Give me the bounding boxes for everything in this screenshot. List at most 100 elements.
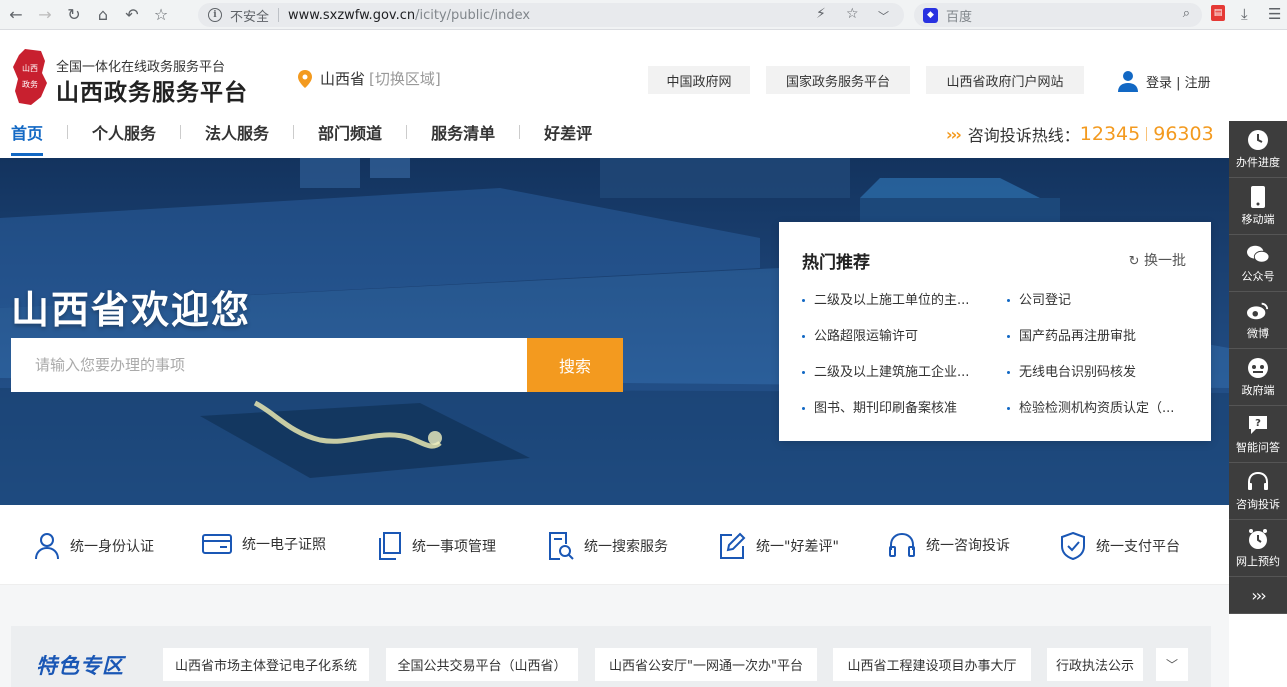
url-path: /icity/public/index <box>415 7 531 23</box>
service-identity[interactable]: 统一身份认证 <box>34 532 154 560</box>
nav-home[interactable]: 首页 <box>11 120 43 158</box>
feature-chip[interactable]: 山西省公安厅"一网通一次办"平台 <box>595 648 817 681</box>
headset-icon <box>889 532 915 557</box>
hot-item[interactable]: 图书、期刊印刷备案核准 <box>802 397 957 416</box>
rail-expand-chevrons-icon[interactable]: ››› <box>1229 577 1287 614</box>
link-national-platform[interactable]: 国家政务服务平台 <box>766 66 910 94</box>
download-icon[interactable]: ⤓ <box>1241 5 1248 23</box>
star-icon[interactable]: ☆ <box>846 6 859 22</box>
feature-chip[interactable]: 全国公共交易平台（山西省） <box>386 648 578 681</box>
rail-label: 网上预约 <box>1236 554 1280 568</box>
card-icon <box>202 534 232 554</box>
rail-complaint[interactable]: 咨询投诉 <box>1229 463 1287 520</box>
hot-item[interactable]: 无线电台识别码核发 <box>1007 361 1136 380</box>
security-label: 不安全 <box>230 9 270 25</box>
bookmark-star-icon[interactable]: ☆ <box>148 2 174 28</box>
service-complaint[interactable]: 统一咨询投诉 <box>888 532 1010 558</box>
nav-label: 部门频道 <box>318 124 383 143</box>
rail-weibo[interactable]: 微博 <box>1229 292 1287 349</box>
weibo-icon <box>1247 300 1269 322</box>
rail-qa[interactable]: ? 智能问答 <box>1229 406 1287 463</box>
url-text[interactable]: www.sxzwfw.gov.cn/icity/public/index <box>288 8 530 23</box>
address-bar[interactable]: i 不安全 www.sxzwfw.gov.cn/icity/public/ind… <box>198 3 904 27</box>
feature-chip[interactable]: 山西省市场主体登记电子化系统 <box>163 648 369 681</box>
forward-icon[interactable]: → <box>32 2 58 28</box>
hot-item[interactable]: 二级及以上建筑施工企业... <box>802 361 969 380</box>
divider <box>1146 127 1148 141</box>
rail-label: 公众号 <box>1241 269 1275 283</box>
menu-icon[interactable]: ☰ <box>1268 5 1281 23</box>
info-icon[interactable]: i <box>208 8 222 22</box>
hotline-number-1[interactable]: 12345 <box>1080 123 1140 145</box>
nav-label: 首页 <box>11 124 44 143</box>
pdf-icon[interactable]: ▤ <box>1211 5 1225 21</box>
hotline-number-2[interactable]: 96303 <box>1153 123 1213 145</box>
undo-icon[interactable]: ↶ <box>119 2 145 28</box>
refresh-button[interactable]: ↻ 换一批 <box>1129 250 1186 270</box>
browser-search-placeholder: 百度 <box>946 9 973 25</box>
service-search[interactable]: 统一搜索服务 <box>548 532 668 560</box>
home-icon[interactable]: ⌂ <box>90 2 116 28</box>
svg-text:?: ? <box>1255 418 1261 429</box>
search-doc-icon <box>549 532 574 560</box>
nav-departments[interactable]: 部门频道 <box>318 120 382 158</box>
wechat-icon <box>1247 243 1269 265</box>
feature-title: 特色专区 <box>36 654 124 678</box>
link-china-gov[interactable]: 中国政府网 <box>648 66 750 94</box>
lightning-icon[interactable]: ⚡ <box>816 6 826 22</box>
rail-gov[interactable]: 政府端 <box>1229 349 1287 406</box>
login-register[interactable]: 登录 | 注册 <box>1118 70 1211 92</box>
nav-corporate[interactable]: 法人服务 <box>205 120 269 158</box>
search-button[interactable]: 搜索 <box>527 338 623 392</box>
service-rating[interactable]: 统一"好差评" <box>718 532 839 560</box>
search-icon[interactable]: ⌕ <box>1183 6 1190 21</box>
rail-label: 移动端 <box>1241 212 1275 226</box>
hot-item[interactable]: 二级及以上施工单位的主... <box>802 289 969 308</box>
service-label: 统一电子证照 <box>242 537 326 553</box>
hot-item[interactable]: 公路超限运输许可 <box>802 325 918 344</box>
rail-label: 微博 <box>1247 326 1269 340</box>
search-input[interactable] <box>11 338 527 392</box>
chevron-down-icon[interactable]: ﹀ <box>878 8 889 24</box>
expand-chevron-icon[interactable]: ﹀ <box>1156 648 1188 681</box>
browser-search-box[interactable]: ◆ 百度 ⌕ <box>914 3 1202 27</box>
back-icon[interactable]: ← <box>3 2 29 28</box>
shield-check-icon <box>1061 532 1085 560</box>
headset-icon <box>1247 471 1269 493</box>
shanxi-logo[interactable]: 山西 政务 <box>11 47 49 107</box>
robot-icon <box>1247 357 1269 379</box>
divider <box>180 125 182 139</box>
divider <box>406 125 408 139</box>
hot-item[interactable]: 国产药品再注册审批 <box>1007 325 1136 344</box>
rail-appointment[interactable]: 网上预约 <box>1229 520 1287 577</box>
hotline-label: 咨询投诉热线： <box>967 126 1080 145</box>
reload-icon[interactable]: ↻ <box>61 2 87 28</box>
feature-chip[interactable]: 行政执法公示 <box>1047 648 1143 681</box>
region-selector[interactable]: 山西省 [切换区域] <box>298 68 441 89</box>
refresh-icon: ↻ <box>1128 254 1140 269</box>
nav-rating[interactable]: 好差评 <box>544 120 592 158</box>
service-e-license[interactable]: 统一电子证照 <box>202 532 326 556</box>
divider <box>519 125 521 139</box>
hot-item[interactable]: 检验检测机构资质认定（... <box>1007 397 1174 416</box>
hot-recommend-panel: 热门推荐 ↻ 换一批 二级及以上施工单位的主... 公司登记 公路超限运输许可 … <box>779 222 1211 441</box>
rail-mobile[interactable]: 移动端 <box>1229 178 1287 235</box>
nav-personal[interactable]: 个人服务 <box>92 120 156 158</box>
svg-text:山西: 山西 <box>22 63 38 73</box>
rail-progress[interactable]: 办件进度 <box>1229 121 1287 178</box>
feature-zone: 特色专区 山西省市场主体登记电子化系统 全国公共交易平台（山西省） 山西省公安厅… <box>11 626 1211 687</box>
user-icon <box>35 533 59 560</box>
site-name[interactable]: 山西政务服务平台 <box>56 73 248 107</box>
alarm-icon <box>1247 528 1269 550</box>
login-label: 登录 | 注册 <box>1146 75 1211 91</box>
clock-icon <box>1247 129 1269 151</box>
link-shanxi-portal[interactable]: 山西省政府门户网站 <box>926 66 1084 94</box>
unified-services-bar: 统一身份认证 统一电子证照 统一事项管理 统一搜索服务 统一"好差评" 统一咨询… <box>0 505 1229 585</box>
rail-wechat[interactable]: 公众号 <box>1229 235 1287 292</box>
feature-chip[interactable]: 山西省工程建设项目办事大厅 <box>833 648 1031 681</box>
nav-service-list[interactable]: 服务清单 <box>431 120 495 158</box>
region-switch[interactable]: [切换区域] <box>369 68 441 89</box>
service-payment[interactable]: 统一支付平台 <box>1060 532 1180 560</box>
service-matters[interactable]: 统一事项管理 <box>378 532 496 560</box>
hot-item[interactable]: 公司登记 <box>1007 289 1071 308</box>
